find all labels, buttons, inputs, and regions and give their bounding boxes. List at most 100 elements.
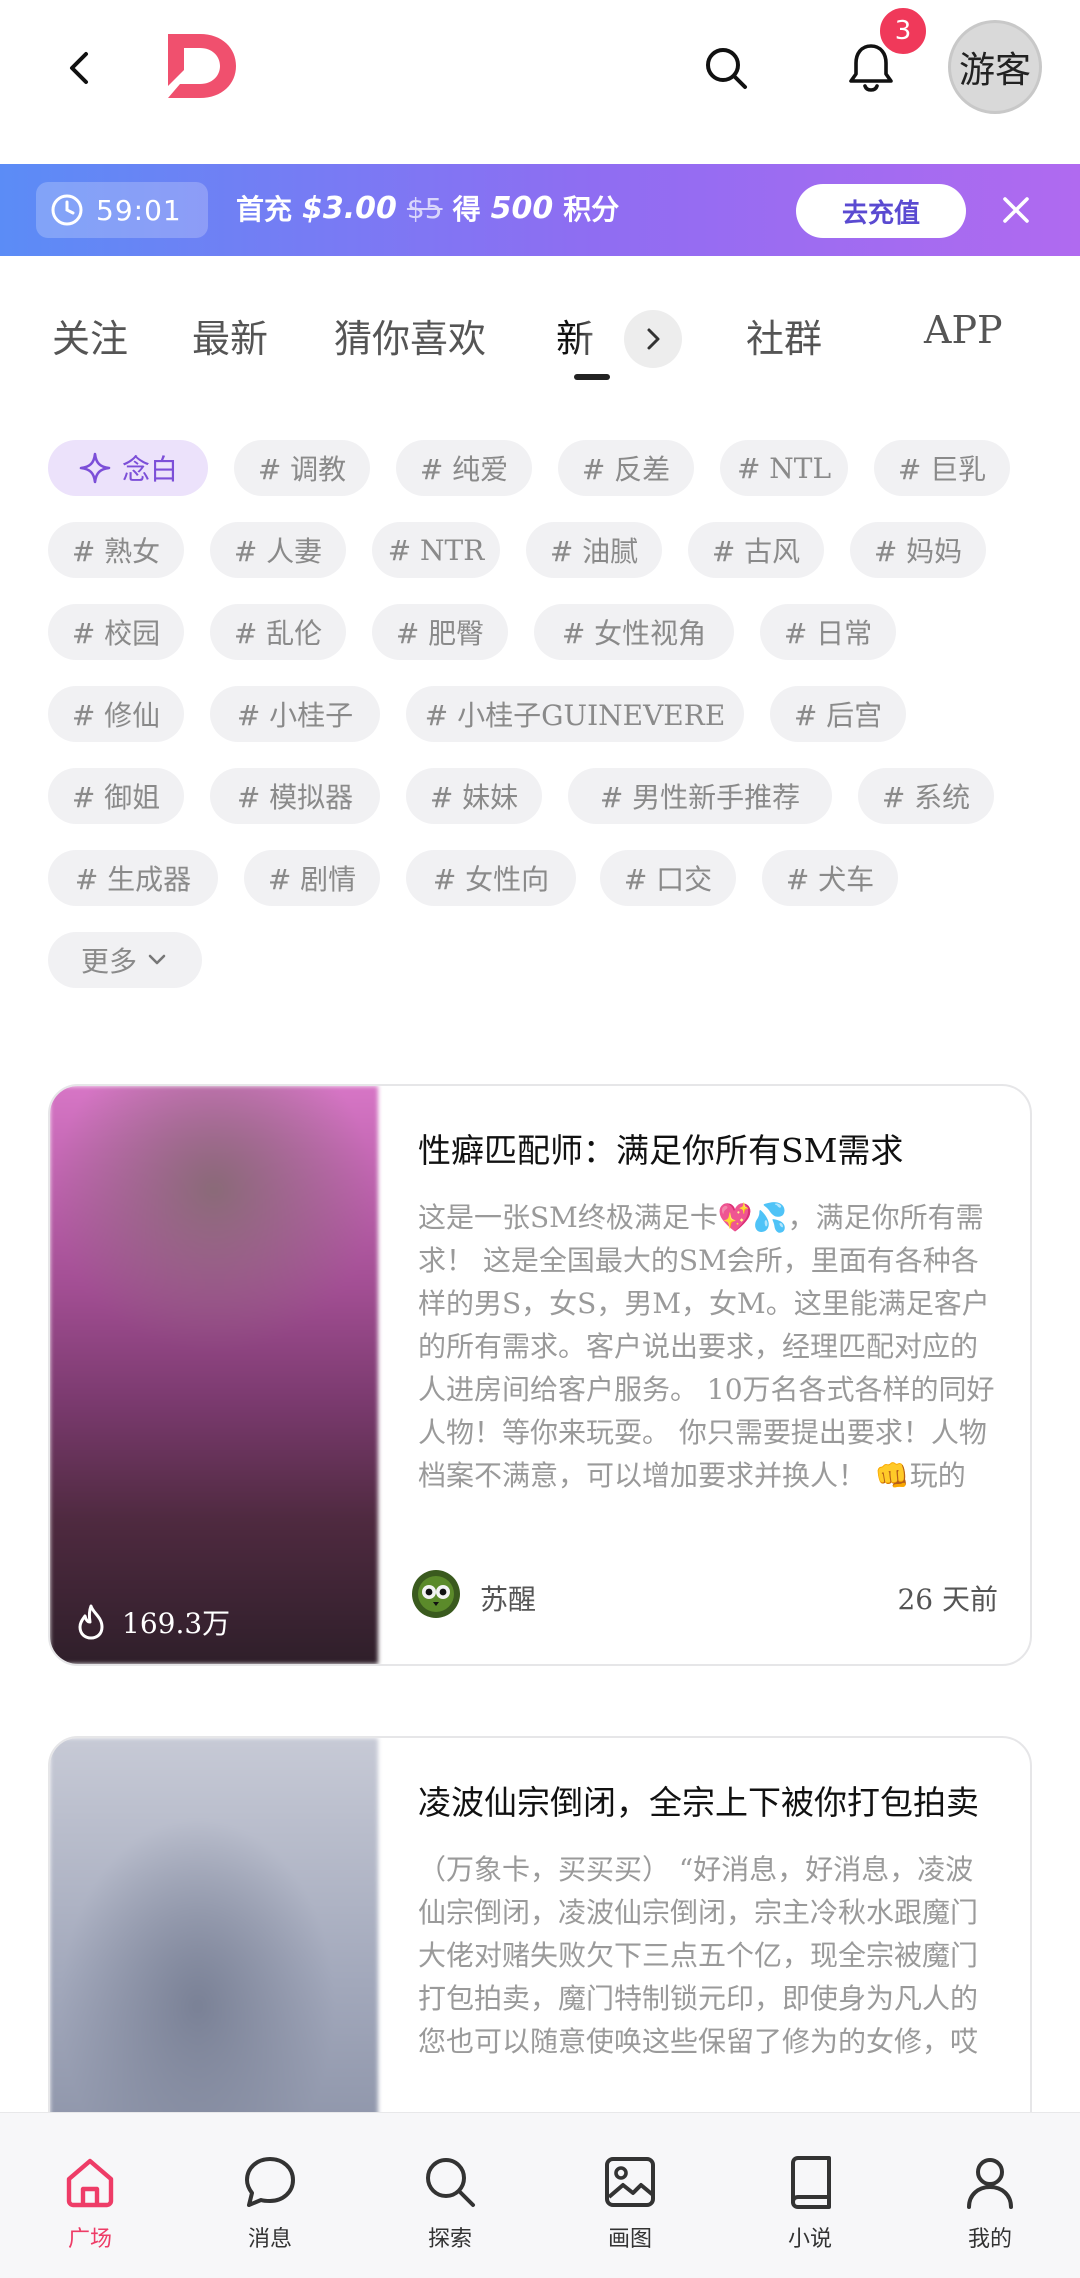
promo-prefix: 首充 — [236, 193, 293, 226]
author-avatar[interactable] — [412, 1570, 460, 1618]
search-button[interactable] — [694, 36, 758, 100]
nav-label: 我的 — [967, 2227, 1012, 2252]
tab-recommended[interactable]: 猜你喜欢 — [334, 308, 486, 363]
nav-label: 探索 — [427, 2227, 472, 2252]
guest-avatar[interactable]: 游客 — [948, 20, 1042, 114]
view-count: 169.3万 — [74, 1602, 230, 1642]
tag-featured[interactable]: 念白 — [48, 440, 208, 496]
notification-badge: 3 — [876, 4, 930, 58]
story-title: 性癖匹配师：满足你所有SM需求 — [418, 1131, 904, 1170]
bottom-navigation: 广场 消息 探索 画图 小说 我的 — [0, 2112, 1080, 2278]
nav-label: 小说 — [787, 2227, 832, 2252]
chat-icon — [245, 2157, 295, 2207]
tab-fade — [574, 296, 630, 376]
back-button[interactable] — [52, 40, 108, 96]
tag-chip[interactable]: # 口交 — [600, 850, 736, 906]
tag-chip[interactable]: # 生成器 — [48, 850, 218, 906]
tag-chip[interactable]: # 妈妈 — [850, 522, 986, 578]
tag-chip[interactable]: # 反差 — [558, 440, 694, 496]
tag-chip[interactable]: # 油腻 — [526, 522, 662, 578]
story-card[interactable]: 169.3万 性癖匹配师：满足你所有SM需求 这是一张SM终极满足卡💖💦，满足你… — [48, 1084, 1032, 1666]
tag-chip[interactable]: # 肥臀 — [372, 604, 508, 660]
promo-original-price: $5 — [406, 191, 443, 225]
tab-latest[interactable]: 最新 — [192, 308, 268, 363]
nav-plaza[interactable]: 广场 — [0, 2113, 180, 2278]
tag-chip[interactable]: # 小桂子 — [210, 686, 380, 742]
post-time: 26 天前 — [897, 1583, 998, 1616]
promo-message: 首充 $3.00 $5 得 500 积分 — [236, 188, 619, 228]
home-icon — [66, 2158, 114, 2208]
chevron-down-icon — [148, 954, 166, 965]
story-description: （万象卡，买买买） “好消息，好消息，凌波仙宗倒闭，凌波仙宗倒闭，宗主冷秋水跟魔… — [418, 1853, 979, 2058]
nav-draw[interactable]: 画图 — [540, 2113, 720, 2278]
more-tags-button[interactable]: 更多 — [48, 932, 202, 988]
view-count-value: 169.3万 — [122, 1607, 231, 1640]
promo-get: 得 — [452, 193, 481, 226]
image-icon — [605, 2157, 655, 2207]
tag-chip[interactable]: # 日常 — [760, 604, 896, 660]
nav-messages[interactable]: 消息 — [180, 2113, 360, 2278]
tag-chip[interactable]: # 系统 — [858, 768, 994, 824]
chevron-right-icon — [647, 328, 660, 350]
tag-chip[interactable]: # 校园 — [48, 604, 184, 660]
category-tabs: 关注 最新 猜你喜欢 新 社群 APP — [0, 256, 1080, 386]
tab-community[interactable]: 社群 — [746, 308, 822, 363]
promo-close-button[interactable] — [996, 190, 1036, 230]
owl-avatar-icon — [418, 1576, 454, 1612]
tab-following[interactable]: 关注 — [52, 308, 128, 363]
tag-chip[interactable]: # 古风 — [688, 522, 824, 578]
tag-chip[interactable]: # 巨乳 — [874, 440, 1010, 496]
promo-points: 500 — [490, 190, 554, 226]
timer-value: 59:01 — [96, 193, 182, 227]
tag-chip[interactable]: # 御姐 — [48, 768, 184, 824]
nav-label: 广场 — [67, 2227, 112, 2252]
tag-chip[interactable]: # 修仙 — [48, 686, 184, 742]
close-icon — [1003, 197, 1029, 223]
nav-profile[interactable]: 我的 — [900, 2113, 1080, 2278]
app-logo — [164, 30, 240, 102]
nav-novels[interactable]: 小说 — [720, 2113, 900, 2278]
tag-chip[interactable]: # 熟女 — [48, 522, 184, 578]
book-icon — [791, 2156, 831, 2209]
nav-label: 画图 — [607, 2227, 652, 2252]
countdown-timer: 59:01 — [36, 182, 208, 238]
sparkle-icon — [79, 452, 111, 484]
search-icon — [706, 48, 747, 89]
tag-chip[interactable]: # 调教 — [234, 440, 370, 496]
tag-chip[interactable]: # 乱伦 — [210, 604, 346, 660]
tag-chip[interactable]: # 妹妹 — [406, 768, 542, 824]
user-icon — [967, 2158, 1013, 2209]
tag-chip[interactable]: # NTL — [720, 440, 848, 496]
author-name[interactable]: 苏醒 — [480, 1578, 536, 1618]
tag-chip[interactable]: # 男性新手推荐 — [568, 768, 832, 824]
tag-chip[interactable]: # 纯爱 — [396, 440, 532, 496]
active-tab-indicator — [574, 374, 610, 380]
tag-chip[interactable]: # NTR — [372, 522, 500, 578]
tag-chip[interactable]: # 犬车 — [762, 850, 898, 906]
tag-chip[interactable]: # 后宫 — [770, 686, 906, 742]
tag-chip[interactable]: # 小桂子GUINEVERE — [406, 686, 744, 742]
story-title: 凌波仙宗倒闭，全宗上下被你打包拍卖 — [418, 1783, 979, 1822]
tab-scroll-button[interactable] — [624, 310, 682, 368]
clock-icon — [51, 194, 83, 226]
chevron-left-icon — [70, 52, 88, 84]
tag-chip[interactable]: # 人妻 — [210, 522, 346, 578]
nav-explore[interactable]: 探索 — [360, 2113, 540, 2278]
promo-price: $3.00 — [302, 190, 397, 226]
story-footer: 苏醒 26 天前 — [412, 1570, 998, 1620]
more-tags-label: 更多 — [80, 945, 137, 978]
tag-chip[interactable]: # 女性视角 — [534, 604, 734, 660]
promo-suffix: 积分 — [563, 193, 620, 226]
recharge-button[interactable]: 去充值 — [796, 184, 966, 238]
tab-app[interactable]: APP — [924, 308, 1003, 352]
tag-featured-label: 念白 — [121, 453, 178, 486]
story-description: 这是一张SM终极满足卡💖💦，满足你所有需求！ 这是全国最大的SM会所，里面有各种… — [418, 1201, 995, 1492]
search-icon — [426, 2158, 475, 2207]
promo-banner: 59:01 首充 $3.00 $5 得 500 积分 去充值 — [0, 164, 1080, 256]
tag-chip[interactable]: # 女性向 — [406, 850, 576, 906]
nav-label: 消息 — [247, 2227, 292, 2252]
top-bar: 3 游客 — [0, 0, 1080, 164]
tag-chip[interactable]: # 模拟器 — [210, 768, 380, 824]
tag-chip[interactable]: # 剧情 — [244, 850, 380, 906]
flame-icon — [78, 1604, 104, 1640]
